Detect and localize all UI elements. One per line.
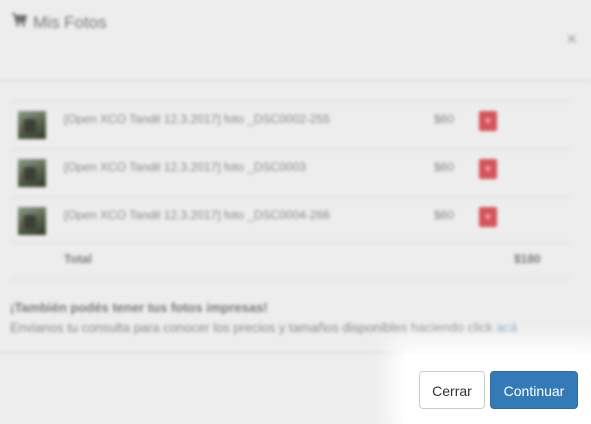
remove-item-button[interactable]: ×	[479, 111, 497, 131]
close-icon[interactable]: ×	[566, 30, 577, 48]
print-offer-link[interactable]: acá	[496, 320, 517, 335]
item-price: $60	[434, 208, 455, 222]
photo-thumbnail[interactable]	[18, 111, 46, 139]
table-row: [Open XCO Tandil 12.3.2017] foto _DSC000…	[10, 197, 570, 245]
cart-table: [Open XCO Tandil 12.3.2017] foto _DSC000…	[10, 101, 570, 245]
cart-icon	[12, 13, 27, 27]
total-value: $180	[514, 252, 541, 266]
item-name: [Open XCO Tandil 12.3.2017] foto _DSC000…	[64, 160, 306, 174]
table-row: [Open XCO Tandil 12.3.2017] foto _DSC000…	[10, 101, 570, 149]
modal-header: Mis Fotos ×	[0, 0, 591, 81]
item-price: $60	[434, 112, 455, 126]
print-offer-text: Envianos tu consulta para conocer los pr…	[10, 320, 517, 335]
photo-thumbnail[interactable]	[18, 207, 46, 235]
remove-item-button[interactable]: ×	[479, 207, 497, 227]
table-bottom-divider	[10, 278, 570, 279]
item-price: $60	[434, 160, 455, 174]
continue-button[interactable]: Continuar	[490, 371, 578, 409]
total-label: Total	[64, 252, 92, 266]
table-row: [Open XCO Tandil 12.3.2017] foto _DSC000…	[10, 149, 570, 197]
item-name: [Open XCO Tandil 12.3.2017] foto _DSC000…	[64, 208, 330, 222]
remove-item-button[interactable]: ×	[479, 159, 497, 179]
item-name: [Open XCO Tandil 12.3.2017] foto _DSC000…	[64, 112, 330, 126]
modal-title: Mis Fotos	[33, 13, 107, 32]
footer-divider	[0, 352, 591, 353]
print-offer-body: Envianos tu consulta para conocer los pr…	[10, 320, 497, 335]
print-offer-heading: ¡También podés tener tus fotos impresas!	[10, 300, 268, 315]
close-button[interactable]: Cerrar	[419, 371, 485, 409]
total-row-divider	[10, 242, 570, 243]
photo-thumbnail[interactable]	[18, 159, 46, 187]
photos-modal: Mis Fotos × [Open XCO Tandil 12.3.2017] …	[0, 0, 591, 424]
